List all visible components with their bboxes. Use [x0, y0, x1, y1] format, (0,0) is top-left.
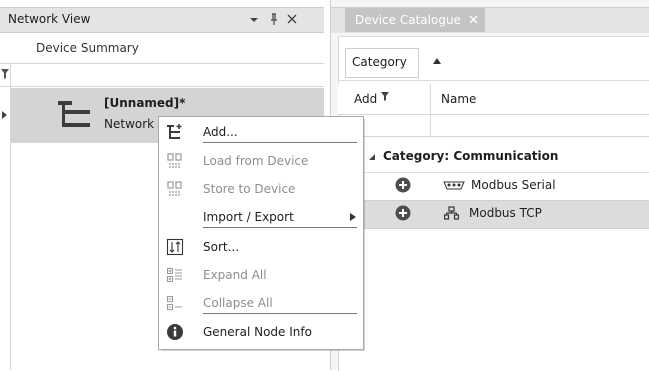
network-view-title: Network View [8, 12, 91, 26]
filter-row[interactable] [0, 64, 324, 87]
add-device-button[interactable] [395, 177, 411, 193]
menu-item-import-export[interactable]: Import / Export [158, 203, 362, 231]
menu-item-load-from-device[interactable]: Load from Device [158, 147, 362, 175]
filter-icon[interactable] [1, 69, 9, 79]
node-name: [Unnamed]* [104, 96, 186, 110]
category-group-title: Category: Communication [383, 149, 559, 163]
menu-item-label: Add... [203, 125, 238, 139]
menu-item-label: Collapse All [203, 296, 273, 310]
menu-item-label: Sort... [203, 240, 240, 254]
menu-item-label: Load from Device [203, 154, 309, 168]
serial-port-icon [443, 181, 465, 190]
device-name: Modbus TCP [469, 206, 542, 220]
menu-separator [203, 142, 357, 143]
pin-icon[interactable] [268, 12, 280, 26]
sort-ascending-icon[interactable] [432, 57, 442, 65]
menu-separator [203, 227, 357, 228]
load-device-icon [166, 152, 184, 170]
menu-item-store-to-device[interactable]: Store to Device [158, 175, 362, 203]
menu-item-add[interactable]: Add... [158, 118, 362, 146]
menu-item-label: Import / Export [203, 210, 294, 224]
menu-item-collapse-all[interactable]: Collapse All [158, 289, 362, 317]
menu-item-label: Store to Device [203, 182, 296, 196]
submenu-arrow-icon [350, 213, 356, 221]
expand-arrow-icon[interactable] [1, 110, 9, 120]
add-node-icon [166, 123, 184, 141]
menu-item-label: Expand All [203, 268, 267, 282]
network-node-icon [58, 99, 92, 129]
menu-item-label: General Node Info [203, 325, 312, 339]
info-icon [166, 323, 184, 341]
column-header-name[interactable]: Name [441, 92, 476, 106]
device-name: Modbus Serial [471, 178, 556, 192]
collapse-group-icon[interactable] [368, 153, 376, 161]
network-view-title-bar: Network View [0, 7, 324, 33]
filter-icon[interactable] [381, 92, 389, 101]
collapse-all-icon [166, 294, 184, 312]
close-tab-icon[interactable] [468, 14, 479, 25]
catalogue-filter-row[interactable] [338, 115, 649, 137]
pane-dropdown-icon[interactable] [248, 12, 260, 26]
device-summary-header[interactable]: Device Summary [0, 33, 324, 64]
store-device-icon [166, 180, 184, 198]
add-device-button[interactable] [395, 205, 411, 221]
sort-icon [166, 238, 184, 256]
menu-separator [203, 313, 357, 314]
tab-device-catalogue-label: Device Catalogue [355, 13, 461, 27]
expand-all-icon [166, 266, 184, 284]
network-icon [444, 206, 459, 220]
device-summary-label: Device Summary [36, 41, 139, 55]
menu-item-sort[interactable]: Sort... [158, 233, 362, 261]
node-subtitle: Network [104, 117, 155, 131]
menu-item-expand-all[interactable]: Expand All [158, 261, 362, 289]
group-panel-divider [338, 80, 649, 81]
category-group-label: Category [352, 55, 407, 69]
close-pane-icon[interactable] [286, 12, 298, 26]
column-header-add[interactable]: Add [354, 92, 377, 106]
menu-item-general-node-info[interactable]: General Node Info [158, 318, 362, 346]
